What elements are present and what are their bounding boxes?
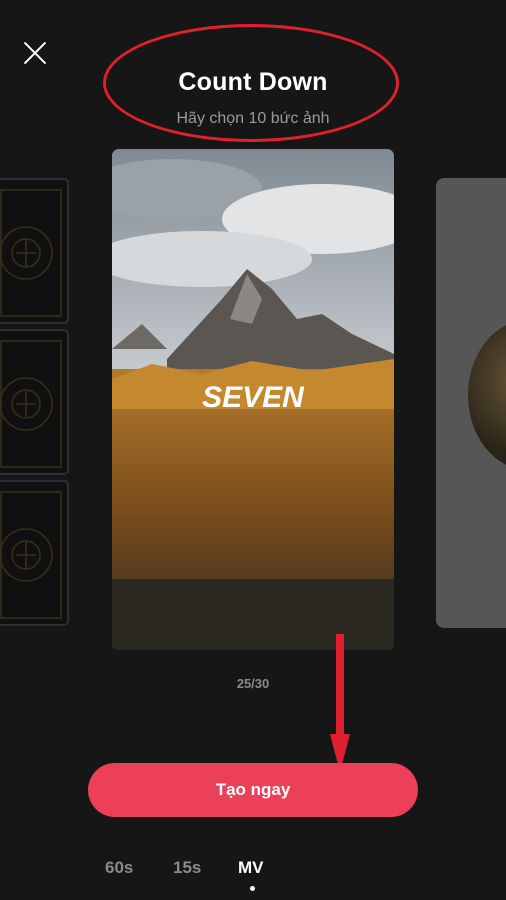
tab-60s[interactable]: 60s [105,858,133,878]
duration-tabs: 60s 15s MV [0,858,506,880]
template-counter: 25/30 [236,676,270,691]
annotation-arrow [330,634,350,772]
next-template-card[interactable] [436,178,506,628]
close-icon[interactable] [22,40,48,66]
tab-mv[interactable]: MV [238,858,264,878]
active-tab-indicator [250,886,255,891]
overlay-text: SEVEN [202,381,305,414]
annotation-oval [103,24,399,142]
next-card-image [468,320,506,470]
template-preview[interactable]: SEVEN [112,149,394,650]
pattern-tile [0,480,69,626]
tab-15s[interactable]: 15s [173,858,201,878]
pattern-tile [0,329,69,475]
previous-template-card[interactable] [0,178,70,626]
create-now-button[interactable]: Tạo ngay [88,763,418,817]
pattern-tile [0,178,69,324]
